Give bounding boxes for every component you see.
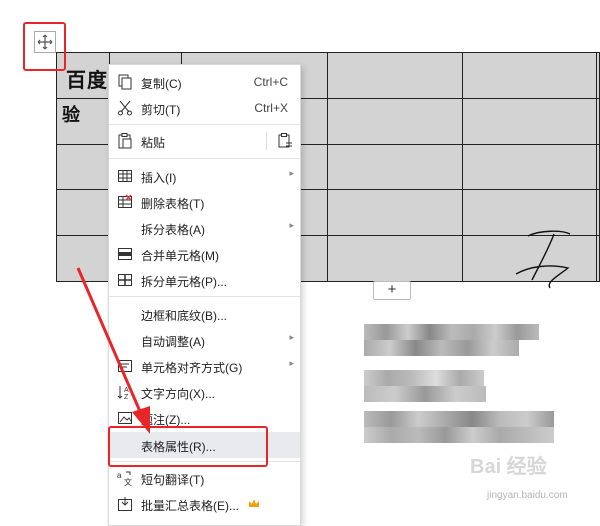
annotation-arrow	[76, 267, 150, 434]
